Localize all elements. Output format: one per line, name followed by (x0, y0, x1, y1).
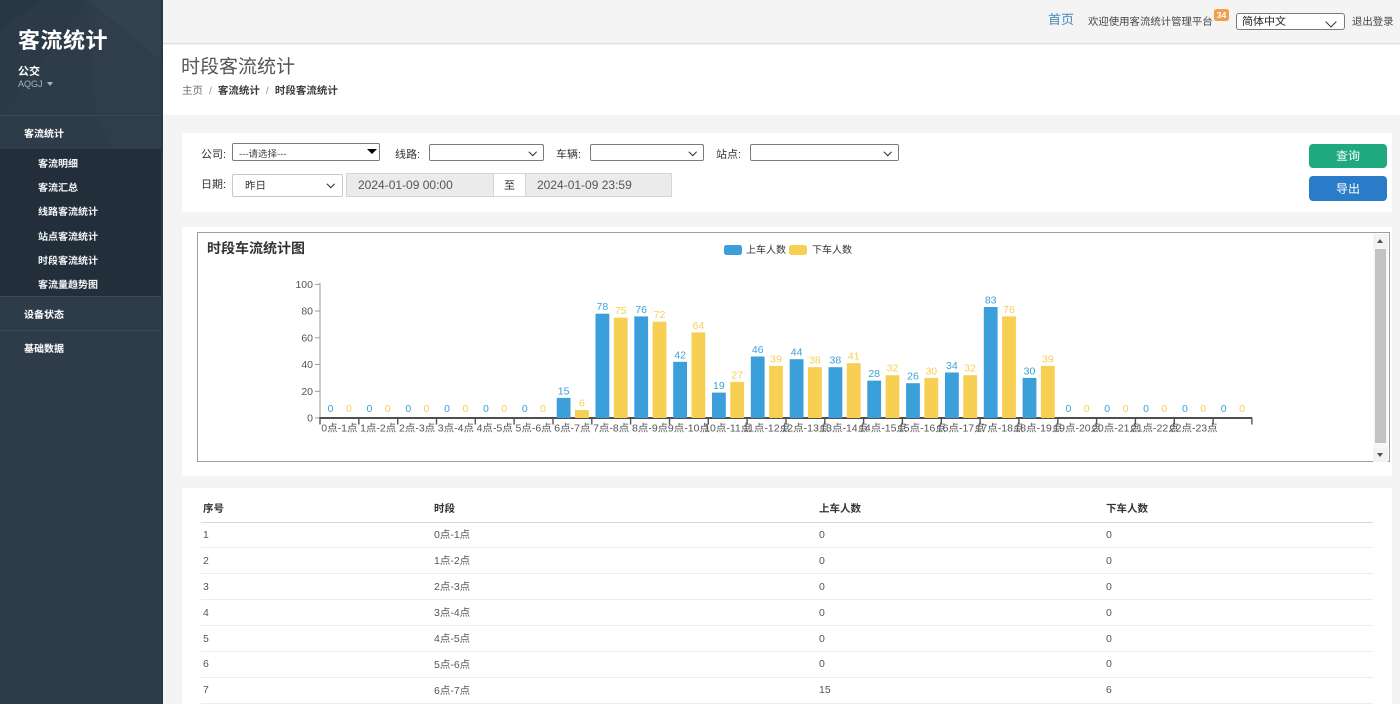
svg-text:64: 64 (693, 320, 705, 332)
svg-text:0: 0 (522, 403, 528, 415)
svg-text:0点-1点: 0点-1点 (321, 423, 357, 435)
svg-text:76: 76 (1003, 304, 1015, 316)
svg-text:76: 76 (635, 304, 647, 316)
svg-text:75: 75 (615, 305, 627, 317)
svg-text:0: 0 (424, 403, 430, 415)
svg-text:27: 27 (731, 369, 743, 381)
svg-text:41: 41 (848, 351, 860, 363)
svg-text:0: 0 (501, 403, 507, 415)
svg-text:15: 15 (558, 385, 570, 397)
svg-text:0: 0 (1221, 403, 1227, 415)
svg-text:5点-6点: 5点-6点 (516, 423, 552, 435)
svg-text:26: 26 (907, 371, 919, 383)
svg-text:20: 20 (301, 386, 313, 398)
svg-text:0: 0 (462, 403, 468, 415)
svg-text:40: 40 (301, 359, 313, 371)
svg-text:0: 0 (1084, 403, 1090, 415)
svg-text:42: 42 (674, 349, 686, 361)
svg-text:78: 78 (597, 301, 609, 313)
svg-text:39: 39 (770, 353, 782, 365)
svg-text:32: 32 (964, 363, 976, 375)
svg-text:0: 0 (1143, 403, 1149, 415)
svg-text:1点-2点: 1点-2点 (360, 423, 396, 435)
svg-text:8点-9点: 8点-9点 (632, 423, 668, 435)
svg-text:80: 80 (301, 306, 313, 318)
svg-text:0: 0 (483, 403, 489, 415)
svg-text:60: 60 (301, 332, 313, 344)
svg-text:83: 83 (985, 295, 997, 307)
svg-text:4点-5点: 4点-5点 (477, 423, 513, 435)
svg-text:0: 0 (1123, 403, 1129, 415)
svg-text:0: 0 (540, 403, 546, 415)
svg-text:28: 28 (868, 368, 880, 380)
svg-text:0: 0 (307, 413, 313, 425)
svg-text:38: 38 (830, 355, 842, 367)
svg-text:100: 100 (295, 279, 313, 291)
svg-text:0: 0 (1182, 403, 1188, 415)
svg-text:0: 0 (1239, 403, 1245, 415)
svg-text:39: 39 (1042, 353, 1054, 365)
svg-text:3点-4点: 3点-4点 (438, 423, 474, 435)
svg-text:0: 0 (346, 403, 352, 415)
svg-text:0: 0 (405, 403, 411, 415)
svg-text:6: 6 (579, 398, 585, 410)
svg-text:0: 0 (1161, 403, 1167, 415)
svg-text:6点-7点: 6点-7点 (554, 423, 590, 435)
svg-text:19: 19 (713, 380, 725, 392)
svg-text:2点-3点: 2点-3点 (399, 423, 435, 435)
svg-text:0: 0 (385, 403, 391, 415)
svg-text:22点-23点: 22点-23点 (1170, 423, 1218, 435)
svg-text:7点-8点: 7点-8点 (593, 423, 629, 435)
svg-text:38: 38 (809, 355, 821, 367)
svg-text:30: 30 (1024, 365, 1036, 377)
svg-text:0: 0 (366, 403, 372, 415)
svg-text:32: 32 (887, 363, 899, 375)
svg-text:0: 0 (328, 403, 334, 415)
svg-text:34: 34 (946, 360, 958, 372)
svg-text:30: 30 (925, 365, 937, 377)
svg-text:44: 44 (791, 347, 803, 359)
svg-text:72: 72 (654, 309, 666, 321)
svg-text:0: 0 (1200, 403, 1206, 415)
svg-text:0: 0 (1104, 403, 1110, 415)
svg-text:46: 46 (752, 344, 764, 356)
svg-text:0: 0 (444, 403, 450, 415)
svg-text:0: 0 (1065, 403, 1071, 415)
